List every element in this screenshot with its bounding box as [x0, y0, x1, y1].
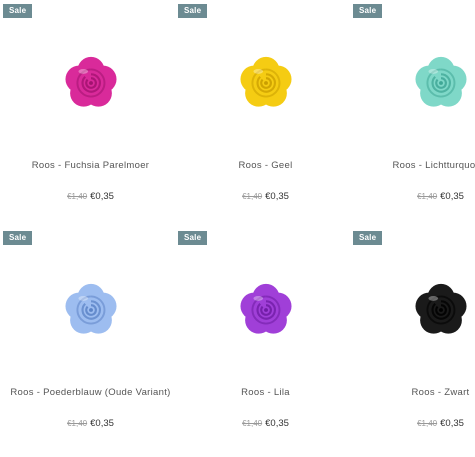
product-price: €1,40 €0,35 — [178, 191, 353, 202]
rose-bead-icon — [64, 56, 117, 107]
sale-badge: Sale — [178, 231, 208, 245]
product-price: €1,40 €0,35 — [353, 418, 475, 429]
product-image[interactable] — [178, 245, 353, 375]
product-card[interactable]: Sale Roos - Fuchsia Parelmoer €1,40 €0,35 — [3, 4, 178, 230]
product-card[interactable]: Sale Roos - Geel €1,40 €0,35 — [178, 4, 353, 230]
product-card[interactable]: Sale Roos - Poederblauw (Oude Variant) €1… — [3, 231, 178, 457]
original-price: €1,40 — [242, 419, 263, 428]
sale-price: €0,35 — [90, 418, 114, 429]
product-price: €1,40 €0,35 — [3, 191, 178, 202]
sale-price: €0,35 — [265, 191, 289, 202]
product-card[interactable]: Sale Roos - Zwart €1,40 €0,35 — [353, 231, 475, 457]
product-title[interactable]: Roos - Zwart — [293, 387, 475, 398]
sale-price: €0,35 — [265, 418, 289, 429]
sale-price: €0,35 — [440, 191, 464, 202]
product-image[interactable] — [3, 18, 178, 148]
original-price: €1,40 — [242, 192, 263, 201]
original-price: €1,40 — [67, 419, 88, 428]
sale-badge: Sale — [353, 231, 383, 245]
sale-badge: Sale — [178, 4, 208, 18]
sale-price: €0,35 — [440, 418, 464, 429]
product-image[interactable] — [353, 18, 475, 148]
rose-bead-icon — [239, 56, 292, 107]
sale-badge: Sale — [353, 4, 383, 18]
product-image[interactable] — [3, 245, 178, 375]
product-title[interactable]: Roos - Lichtturquoise — [293, 160, 475, 171]
sale-price: €0,35 — [90, 191, 114, 202]
product-card[interactable]: Sale Roos - Lichtturquoise€1,40€0,35 — [353, 4, 475, 230]
rose-bead-icon — [414, 283, 467, 334]
original-price: €1,40 — [417, 192, 438, 201]
rose-bead-icon — [64, 283, 117, 334]
product-price: €1,40 €0,35 — [178, 418, 353, 429]
original-price: €1,40 — [67, 192, 88, 201]
product-card[interactable]: Sale Roos - Lila €1,40 €0,35 — [178, 231, 353, 457]
product-price: €1,40 €0,35 — [353, 191, 475, 202]
product-price: €1,40 €0,35 — [3, 418, 178, 429]
sale-badge: Sale — [3, 4, 33, 18]
sale-badge: Sale — [3, 231, 33, 245]
product-image[interactable] — [178, 18, 353, 148]
rose-bead-icon — [239, 283, 292, 334]
product-image[interactable] — [353, 245, 475, 375]
original-price: €1,40 — [417, 419, 438, 428]
rose-bead-icon — [414, 56, 467, 107]
